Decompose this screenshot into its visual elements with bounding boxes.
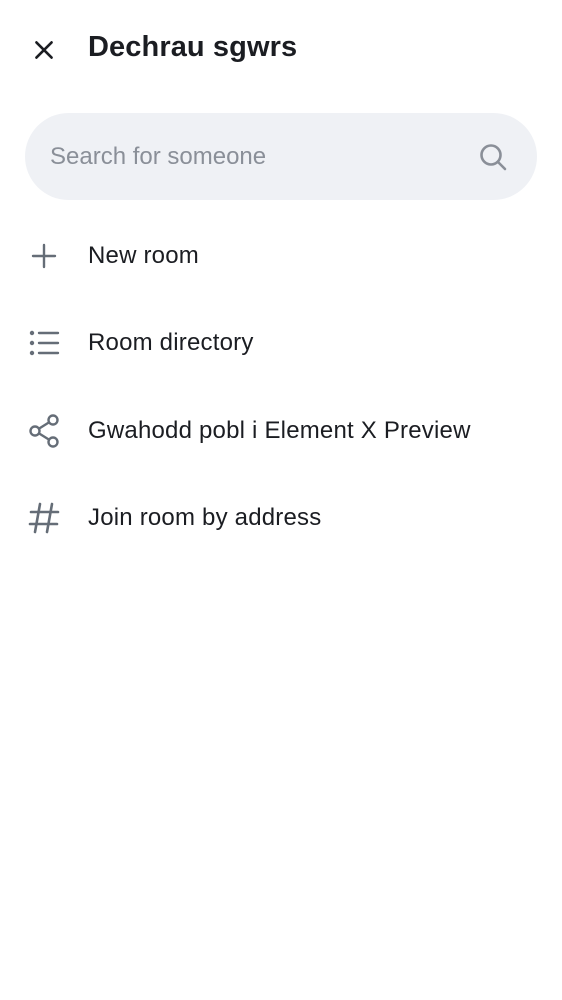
menu-item-label: Room directory (88, 329, 254, 357)
search-bar[interactable] (25, 113, 537, 200)
page-title: Dechrau sgwrs (88, 31, 298, 63)
menu-item-room-directory[interactable]: Room directory (0, 300, 562, 388)
plus-icon (26, 238, 62, 274)
start-chat-menu: New room Room directory Gwahodd pobl i E… (0, 212, 562, 562)
top-app-bar: Dechrau sgwrs (0, 0, 562, 100)
search-input[interactable] (50, 113, 470, 200)
menu-item-label: New room (88, 241, 199, 269)
menu-item-label: Gwahodd pobl i Element X Preview (88, 416, 471, 444)
menu-item-join-by-address[interactable]: Join room by address (0, 475, 562, 563)
menu-item-new-room[interactable]: New room (0, 212, 562, 300)
search-icon[interactable] (477, 141, 509, 173)
hash-icon (26, 500, 62, 536)
menu-item-label: Join room by address (88, 504, 322, 532)
close-icon (35, 41, 53, 59)
start-chat-screen: Dechrau sgwrs New room (0, 0, 562, 1000)
close-button[interactable] (18, 24, 70, 76)
menu-item-invite-people[interactable]: Gwahodd pobl i Element X Preview (0, 387, 562, 475)
share-icon (26, 413, 62, 449)
list-icon (26, 325, 62, 361)
